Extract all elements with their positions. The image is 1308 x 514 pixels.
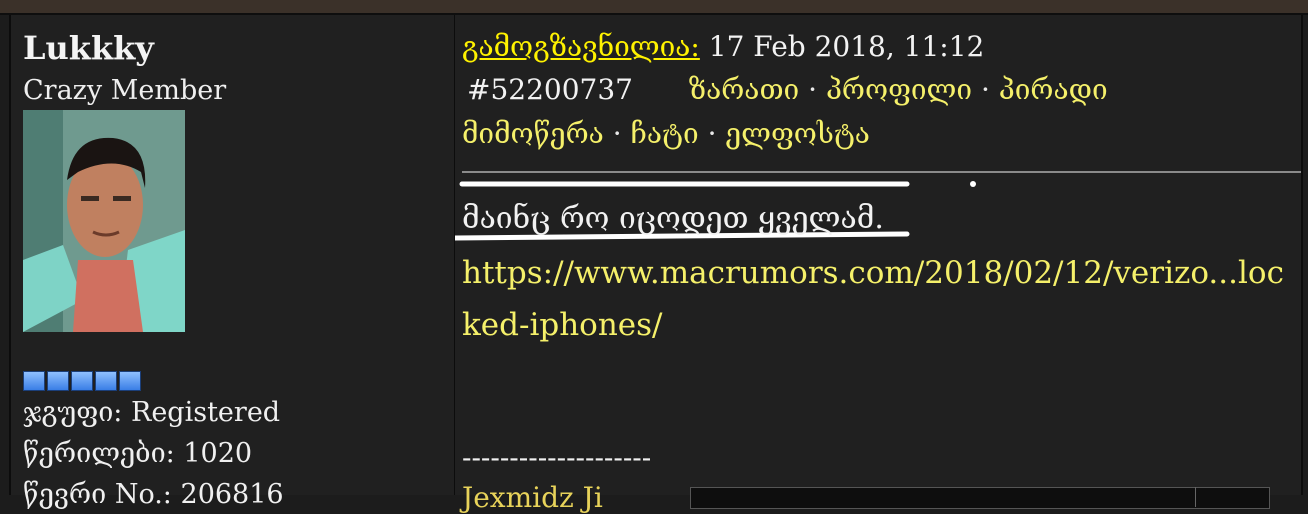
rank-pip xyxy=(71,371,93,391)
link-profile[interactable]: პროფილი xyxy=(826,73,972,106)
link-karma[interactable]: ზარათი xyxy=(689,73,799,106)
group-value: Registered xyxy=(131,397,281,428)
signature-separator: -------------------- xyxy=(462,441,652,474)
separator: · xyxy=(980,73,990,106)
rank-pips xyxy=(23,371,141,391)
separator: · xyxy=(808,73,818,106)
rank-pip xyxy=(95,371,117,391)
signature-box xyxy=(690,487,1270,509)
user-rank: Crazy Member xyxy=(23,75,227,106)
post-number[interactable]: #52200737 xyxy=(467,73,633,106)
post-actions-continued: მიმოწერა · ჩატი · ელფოსტა xyxy=(462,117,870,150)
signature-box-divider xyxy=(1195,487,1266,507)
separator: · xyxy=(707,117,717,150)
top-bar xyxy=(0,0,1308,15)
posts-label: წერილები: xyxy=(23,438,175,469)
rank-pip xyxy=(23,371,45,391)
avatar xyxy=(23,110,185,332)
user-group: ჯგუფი: Registered xyxy=(23,397,280,428)
rank-pip xyxy=(47,371,69,391)
link-private-message-part1[interactable]: პირადი xyxy=(999,73,1108,106)
group-label: ჯგუფი: xyxy=(23,397,123,428)
username[interactable]: Lukkky xyxy=(23,29,154,67)
post-url-link[interactable]: https://www.macrumors.com/2018/02/12/ver… xyxy=(462,247,1297,351)
avatar-image xyxy=(23,110,185,332)
user-info-panel: Lukkky Crazy Member ჯგუფი: Registered წე… xyxy=(9,15,456,510)
post-message: მაინც რო იცოდეთ ყველამ. xyxy=(462,201,884,236)
rank-pip xyxy=(119,371,141,391)
posted-date: 17 Feb 2018, 11:12 xyxy=(708,30,985,63)
post-actions: #52200737 ზარათი · პროფილი · პირადი xyxy=(467,73,1108,106)
posted-label: გამოგზავნილია: xyxy=(462,30,700,63)
link-private-message-part2[interactable]: მიმოწერა xyxy=(462,117,604,150)
link-email[interactable]: ელფოსტა xyxy=(725,117,870,150)
post-panel: გამოგზავნილია: 17 Feb 2018, 11:12 #52200… xyxy=(455,15,1303,514)
separator: · xyxy=(612,117,622,150)
signature-text: Jexmidz Ji xyxy=(462,481,603,514)
posts-value: 1020 xyxy=(183,438,253,469)
user-posts: წერილები: 1020 xyxy=(23,438,252,469)
link-chat[interactable]: ჩატი xyxy=(631,117,699,150)
post-header: გამოგზავნილია: 17 Feb 2018, 11:12 xyxy=(462,30,984,63)
